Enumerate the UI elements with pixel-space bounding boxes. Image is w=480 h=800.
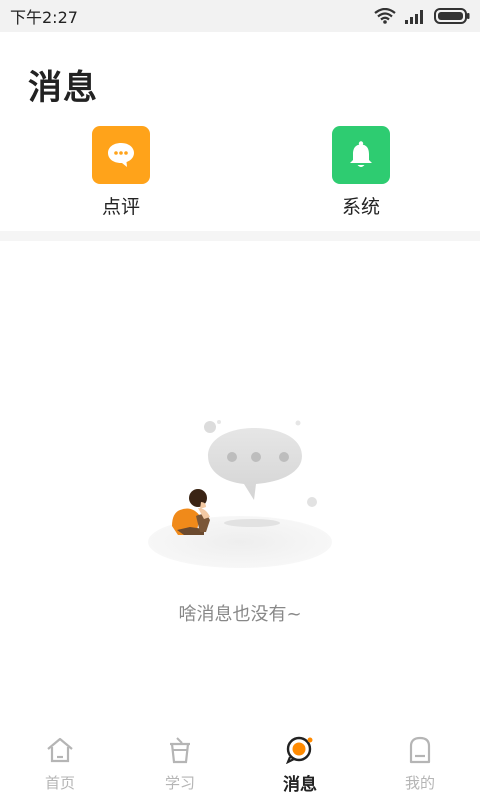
battery-icon: [434, 8, 470, 24]
home-icon: [45, 736, 75, 768]
tab-study-label: 学习: [164, 774, 195, 792]
message-icon: [285, 736, 315, 768]
tab-profile-label: 我的: [404, 774, 435, 792]
empty-state-illustration: [140, 410, 340, 584]
empty-state-message: 啥消息也没有~: [178, 604, 302, 625]
category-system[interactable]: 系统: [331, 126, 391, 219]
status-time: 下午2:27: [10, 8, 78, 27]
tab-home-label: 首页: [44, 774, 75, 792]
cup-icon: [165, 736, 195, 768]
category-system-label: 系统: [341, 196, 380, 218]
tab-profile[interactable]: 我的: [360, 728, 480, 800]
status-bar: 下午2:27: [0, 0, 480, 32]
wifi-icon: [374, 8, 396, 24]
profile-icon: [405, 736, 435, 768]
section-divider: [0, 231, 480, 241]
tab-messages[interactable]: 消息: [240, 728, 360, 800]
signal-icon: [404, 8, 426, 24]
category-review-label: 点评: [101, 196, 140, 218]
chat-bubble-icon: [92, 126, 150, 184]
tab-home[interactable]: 首页: [0, 728, 120, 800]
tab-messages-label: 消息: [283, 775, 317, 795]
tab-study[interactable]: 学习: [120, 728, 240, 800]
category-review[interactable]: 点评: [91, 126, 151, 219]
bell-icon: [332, 126, 390, 184]
status-icons: [374, 8, 470, 24]
bottom-tab-bar: 首页 学习 消息 我的: [0, 728, 480, 800]
page-title: 消息: [28, 68, 98, 108]
